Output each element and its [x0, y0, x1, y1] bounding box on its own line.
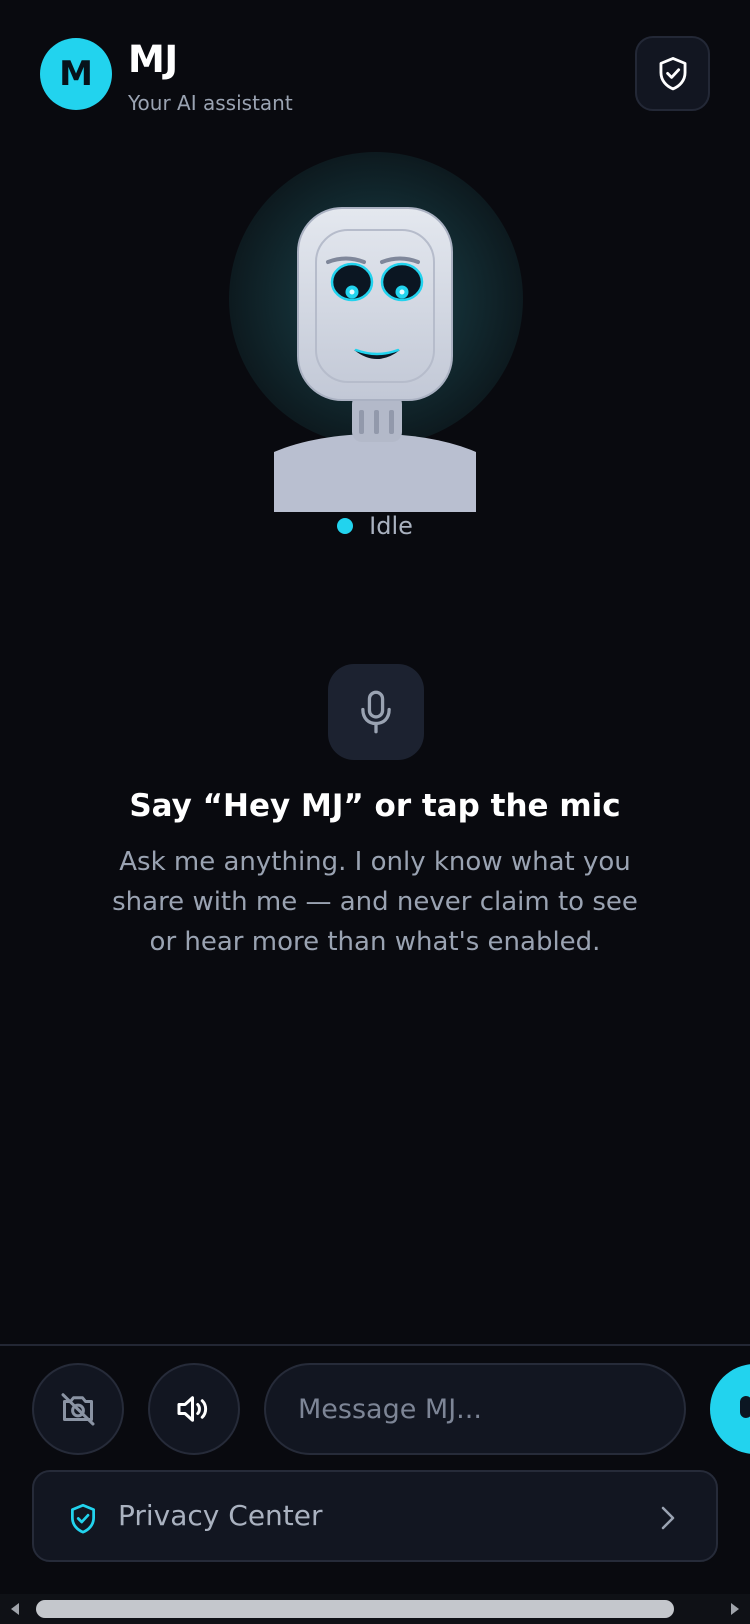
speaker-on-icon: [177, 1396, 208, 1422]
avatar-letter: M: [59, 54, 93, 94]
app-screen: M MJ Your AI assistant Idle Say “Hey MJ”…: [0, 0, 750, 1624]
horizontal-scrollbar[interactable]: [0, 1594, 750, 1624]
prompt-headline: Say “Hey MJ” or tap the mic: [129, 788, 621, 824]
privacy-shield-button[interactable]: [635, 36, 710, 111]
microphone-icon: [361, 690, 391, 734]
assistant-subtitle: Your AI assistant: [128, 91, 293, 115]
privacy-center-label: Privacy Center: [118, 1499, 323, 1532]
message-input[interactable]: [264, 1363, 686, 1455]
shield-check-icon: [659, 56, 686, 90]
avatar: M: [40, 38, 112, 110]
shield-check-icon: [71, 1503, 95, 1534]
scrollbar-thumb[interactable]: [36, 1600, 674, 1618]
scroll-right-arrow-icon[interactable]: [728, 1602, 742, 1616]
bottom-divider: [0, 1344, 750, 1346]
privacy-center-link[interactable]: Privacy Center: [32, 1470, 718, 1562]
status-dot: [337, 518, 354, 534]
assistant-name: MJ: [128, 38, 178, 81]
voice-input-button[interactable]: [710, 1364, 750, 1454]
scroll-left-arrow-icon[interactable]: [8, 1602, 22, 1616]
prompt-description: Ask me anything. I only know what you sh…: [112, 847, 638, 957]
camera-off-icon: [61, 1393, 95, 1426]
chevron-right-icon: [661, 1506, 675, 1530]
status-label: Idle: [369, 512, 413, 540]
microphone-icon: [740, 1396, 750, 1418]
speaker-toggle-button[interactable]: [148, 1363, 240, 1455]
assistant-status: Idle: [0, 512, 750, 540]
robot-avatar: [274, 207, 476, 512]
mic-button[interactable]: [328, 664, 424, 760]
camera-toggle-button[interactable]: [32, 1363, 124, 1455]
